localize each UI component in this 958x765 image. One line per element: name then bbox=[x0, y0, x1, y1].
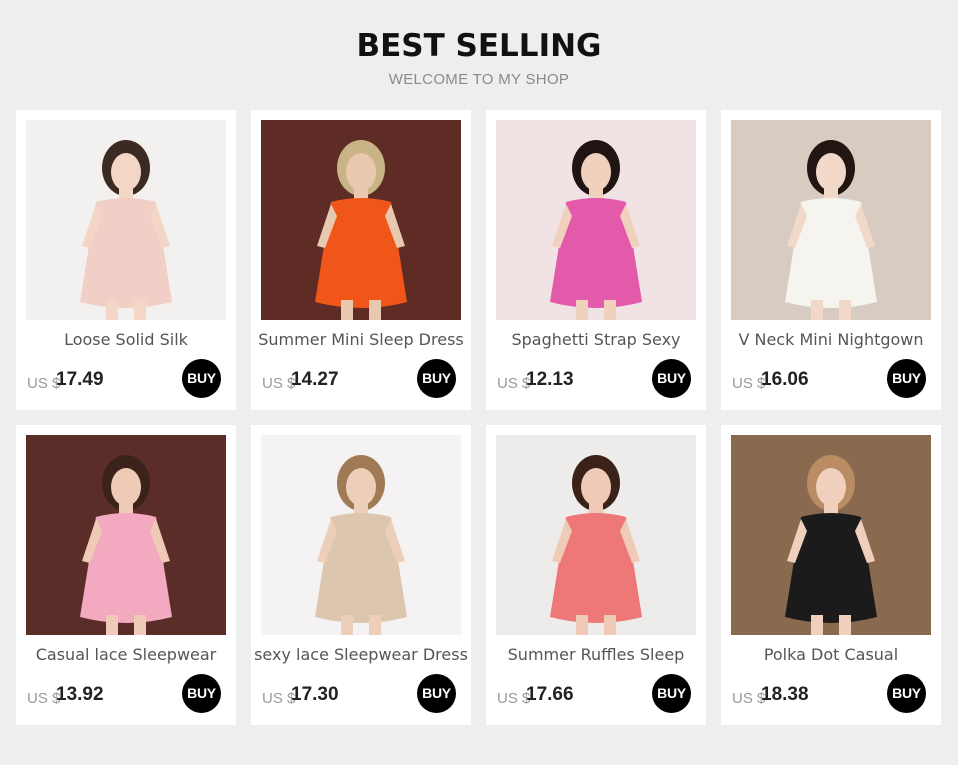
buy-button[interactable]: BUY bbox=[417, 359, 456, 398]
buy-button[interactable]: BUY bbox=[887, 674, 926, 713]
product-price: 16.06 bbox=[761, 369, 809, 390]
product-price: 17.66 bbox=[526, 684, 574, 705]
product-name[interactable]: sexy lace Sleepwear Dress bbox=[251, 645, 471, 664]
buy-button[interactable]: BUY bbox=[887, 359, 926, 398]
buy-button[interactable]: BUY bbox=[417, 674, 456, 713]
product-photo-illustration bbox=[26, 120, 226, 320]
product-name[interactable]: Spaghetti Strap Sexy bbox=[486, 330, 706, 349]
product-image[interactable] bbox=[26, 435, 226, 635]
product-photo-illustration bbox=[261, 120, 461, 320]
product-price: 12.13 bbox=[526, 369, 574, 390]
product-card[interactable]: V Neck Mini Nightgown US $ 16.06 BUY bbox=[721, 110, 941, 410]
product-image[interactable] bbox=[261, 120, 461, 320]
product-image[interactable] bbox=[496, 435, 696, 635]
page-title: BEST SELLING bbox=[356, 28, 602, 64]
product-card[interactable]: Loose Solid Silk US $ 17.49 BUY bbox=[16, 110, 236, 410]
product-image[interactable] bbox=[731, 435, 931, 635]
product-image[interactable] bbox=[731, 120, 931, 320]
product-name[interactable]: Casual lace Sleepwear bbox=[16, 645, 236, 664]
product-image[interactable] bbox=[496, 120, 696, 320]
page-subtitle: WELCOME TO MY SHOP bbox=[388, 71, 570, 88]
buy-button[interactable]: BUY bbox=[182, 359, 221, 398]
product-name[interactable]: Summer Ruffles Sleep bbox=[486, 645, 706, 664]
buy-button[interactable]: BUY bbox=[182, 674, 221, 713]
product-price: 17.49 bbox=[56, 369, 104, 390]
product-price: 13.92 bbox=[56, 684, 104, 705]
product-photo-illustration bbox=[496, 120, 696, 320]
product-photo-illustration bbox=[731, 120, 931, 320]
product-price: 17.30 bbox=[291, 684, 339, 705]
product-card[interactable]: Casual lace Sleepwear US $ 13.92 BUY bbox=[16, 425, 236, 725]
product-card[interactable]: Polka Dot Casual US $ 18.38 BUY bbox=[721, 425, 941, 725]
product-name[interactable]: Summer Mini Sleep Dress bbox=[251, 330, 471, 349]
product-card[interactable]: Summer Mini Sleep Dress US $ 14.27 BUY bbox=[251, 110, 471, 410]
product-photo-illustration bbox=[496, 435, 696, 635]
product-image[interactable] bbox=[26, 120, 226, 320]
product-image[interactable] bbox=[261, 435, 461, 635]
product-photo-illustration bbox=[731, 435, 931, 635]
product-card[interactable]: Spaghetti Strap Sexy US $ 12.13 BUY bbox=[486, 110, 706, 410]
product-name[interactable]: V Neck Mini Nightgown bbox=[721, 330, 941, 349]
product-card[interactable]: Summer Ruffles Sleep US $ 17.66 BUY bbox=[486, 425, 706, 725]
product-photo-illustration bbox=[26, 435, 226, 635]
buy-button[interactable]: BUY bbox=[652, 359, 691, 398]
product-name[interactable]: Loose Solid Silk bbox=[16, 330, 236, 349]
product-price: 18.38 bbox=[761, 684, 809, 705]
product-photo-illustration bbox=[261, 435, 461, 635]
product-price: 14.27 bbox=[291, 369, 339, 390]
buy-button[interactable]: BUY bbox=[652, 674, 691, 713]
product-name[interactable]: Polka Dot Casual bbox=[721, 645, 941, 664]
product-card[interactable]: sexy lace Sleepwear Dress US $ 17.30 BUY bbox=[251, 425, 471, 725]
